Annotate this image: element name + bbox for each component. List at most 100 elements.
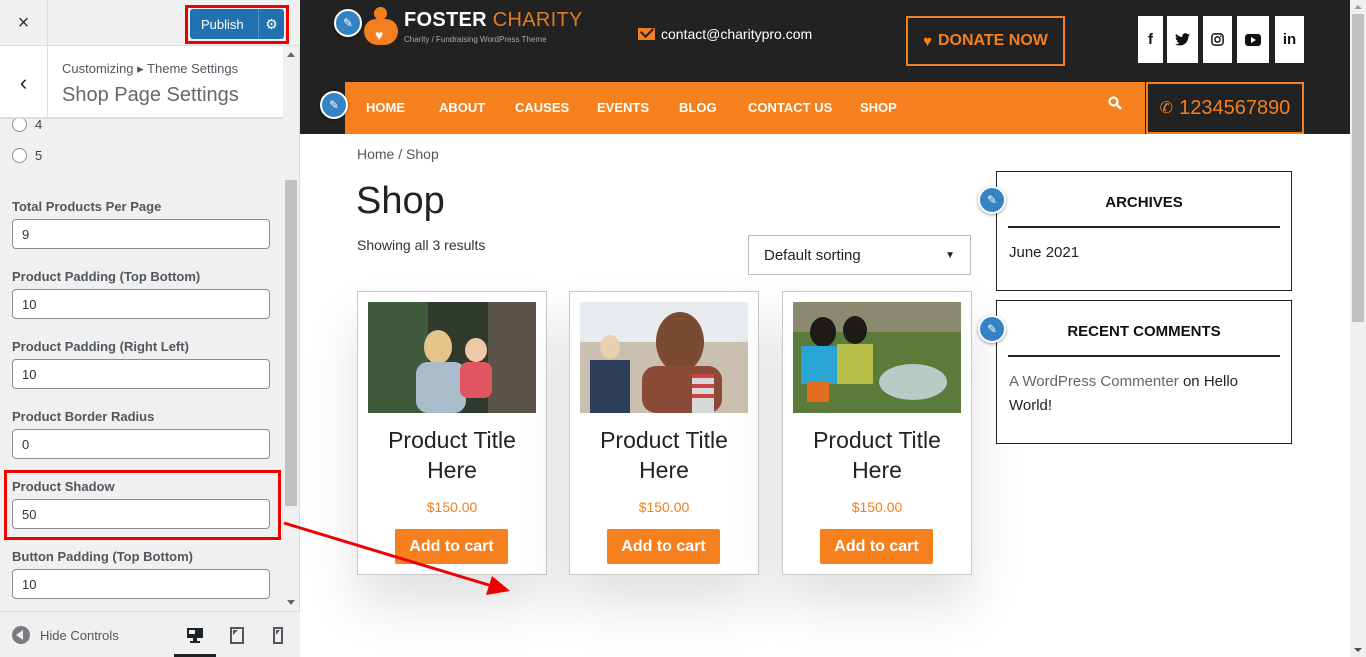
product-card[interactable]: Product Title Here $150.00 Add to cart (357, 291, 547, 575)
product-price: $150.00 (426, 499, 478, 515)
field-product-shadow: Product Shadow (12, 479, 270, 529)
nav-shop[interactable]: SHOP (860, 100, 897, 115)
result-count: Showing all 3 results (357, 237, 486, 253)
collapse-icon (12, 626, 30, 644)
field-padding-right-left: Product Padding (Right Left) (12, 339, 270, 389)
mobile-icon (273, 626, 283, 644)
edit-widget-pencil-icon[interactable]: ✎ (978, 315, 1006, 343)
field-label: Total Products Per Page (12, 199, 162, 214)
scroll-down-arrow-icon[interactable] (287, 600, 295, 605)
product-title[interactable]: Product Title Here (358, 425, 546, 485)
field-label: Product Padding (Top Bottom) (12, 269, 201, 284)
add-to-cart-button[interactable]: Add to cart (820, 529, 933, 564)
contact-email[interactable]: contact@charitypro.com (638, 26, 812, 42)
publish-button[interactable]: Publish ⚙ (190, 9, 284, 39)
radio-button[interactable] (12, 148, 27, 163)
product-image[interactable] (793, 302, 961, 413)
page-scrollbar[interactable] (1350, 0, 1366, 657)
breadcrumb: Home / Shop (357, 146, 439, 162)
site-logo[interactable]: ♥ FOSTER CHARITY Charity / Fundraising W… (364, 7, 583, 45)
section-title: Shop Page Settings (62, 84, 239, 106)
product-card[interactable]: Product Title Here $150.00 Add to cart (782, 291, 972, 575)
add-to-cart-button[interactable]: Add to cart (395, 529, 508, 564)
twitter-icon (1175, 33, 1190, 46)
customizer-breadcrumb: Customizing ▸ Theme Settings (62, 61, 239, 76)
panel-scrollbar[interactable] (283, 46, 299, 611)
logo-mark-icon: ♥ (364, 7, 398, 45)
preview-tablet-button[interactable] (226, 624, 248, 646)
close-icon: × (17, 11, 30, 34)
chevron-left-icon: ‹ (19, 69, 28, 95)
scroll-up-arrow-icon[interactable] (1354, 5, 1362, 9)
padding-right-left-input[interactable] (12, 359, 270, 389)
product-price: $150.00 (638, 499, 690, 515)
add-to-cart-button[interactable]: Add to cart (607, 529, 720, 564)
sorting-selected: Default sorting (764, 246, 861, 264)
preview-desktop-button[interactable] (184, 624, 206, 646)
scroll-down-arrow-icon[interactable] (1354, 648, 1362, 652)
nav-events[interactable]: EVENTS (597, 100, 649, 115)
phone-icon: ✆ (1159, 100, 1174, 117)
linkedin-link[interactable]: in (1275, 16, 1304, 63)
nav-home[interactable]: HOME (366, 100, 405, 115)
youtube-link[interactable] (1237, 16, 1269, 63)
page-scroll-thumb[interactable] (1352, 14, 1364, 322)
logo-tagline: Charity / Fundraising WordPress Theme (404, 34, 547, 44)
nav-blog[interactable]: BLOG (679, 100, 717, 115)
field-label: Product Border Radius (12, 409, 155, 424)
radio-option[interactable]: 5 (12, 148, 42, 163)
heart-icon: ♥ (923, 32, 932, 50)
radio-label: 4 (35, 119, 43, 132)
breadcrumb-home[interactable]: Home (357, 146, 394, 162)
edit-widget-pencil-icon[interactable]: ✎ (978, 186, 1006, 214)
close-customizer-button[interactable]: × (0, 0, 48, 46)
radio-option[interactable]: 4 (12, 119, 42, 132)
preview-mobile-button[interactable] (267, 624, 289, 646)
phone-text: 1234567890 (1179, 96, 1291, 119)
total-products-input[interactable] (12, 219, 270, 249)
button-padding-input[interactable] (12, 569, 270, 599)
twitter-link[interactable] (1167, 16, 1198, 63)
product-card[interactable]: Product Title Here $150.00 Add to cart (569, 291, 759, 575)
product-price: $150.00 (851, 499, 903, 515)
product-shadow-input[interactable] (12, 499, 270, 529)
field-border-radius: Product Border Radius (12, 409, 270, 459)
instagram-link[interactable] (1203, 16, 1232, 63)
product-title[interactable]: Product Title Here (570, 425, 758, 485)
comment-author[interactable]: A WordPress Commenter (1009, 373, 1179, 390)
scroll-up-arrow-icon[interactable] (287, 52, 295, 57)
nav-about[interactable]: ABOUT (439, 100, 485, 115)
product-image[interactable] (580, 302, 748, 413)
padding-top-bottom-input[interactable] (12, 289, 270, 319)
nav-contact-us[interactable]: CONTACT US (748, 100, 832, 115)
edit-menu-pencil-icon[interactable]: ✎ (320, 91, 348, 119)
border-radius-input[interactable] (12, 429, 270, 459)
hide-controls-button[interactable]: Hide Controls (12, 626, 119, 644)
breadcrumb-separator: / (394, 146, 407, 162)
phone-number[interactable]: ✆ 1234567890 (1146, 82, 1304, 134)
widget-title: ARCHIVES (1105, 194, 1183, 211)
radio-label: 5 (35, 148, 43, 163)
back-button[interactable]: ‹ (0, 46, 48, 119)
sorting-select[interactable]: Default sorting ▼ (748, 235, 971, 275)
search-icon[interactable] (1108, 96, 1122, 113)
field-label: Product Padding (Right Left) (12, 339, 189, 354)
panel-scroll-thumb[interactable] (285, 180, 297, 506)
product-image[interactable] (368, 302, 536, 413)
site-preview: ✎ ♥ FOSTER CHARITY Charity / Fundraising… (300, 0, 1350, 657)
radio-button[interactable] (12, 119, 27, 132)
edit-logo-pencil-icon[interactable]: ✎ (334, 9, 362, 37)
envelope-icon (638, 28, 655, 40)
youtube-icon (1245, 33, 1261, 46)
donate-now-button[interactable]: ♥ DONATE NOW (906, 16, 1065, 66)
facebook-link[interactable]: f (1138, 16, 1163, 63)
archive-link[interactable]: June 2021 (1009, 244, 1079, 261)
customizer-panel: × Publish ⚙ ‹ Customizing ▸ Theme Settin… (0, 0, 300, 657)
nav-causes[interactable]: CAUSES (515, 100, 569, 115)
tablet-icon (230, 626, 244, 644)
product-title[interactable]: Product Title Here (783, 425, 971, 485)
donate-label: DONATE NOW (937, 32, 1048, 49)
gear-icon[interactable]: ⚙ (258, 9, 284, 39)
customizer-header: × Publish ⚙ (0, 0, 300, 46)
desktop-icon (187, 628, 203, 643)
